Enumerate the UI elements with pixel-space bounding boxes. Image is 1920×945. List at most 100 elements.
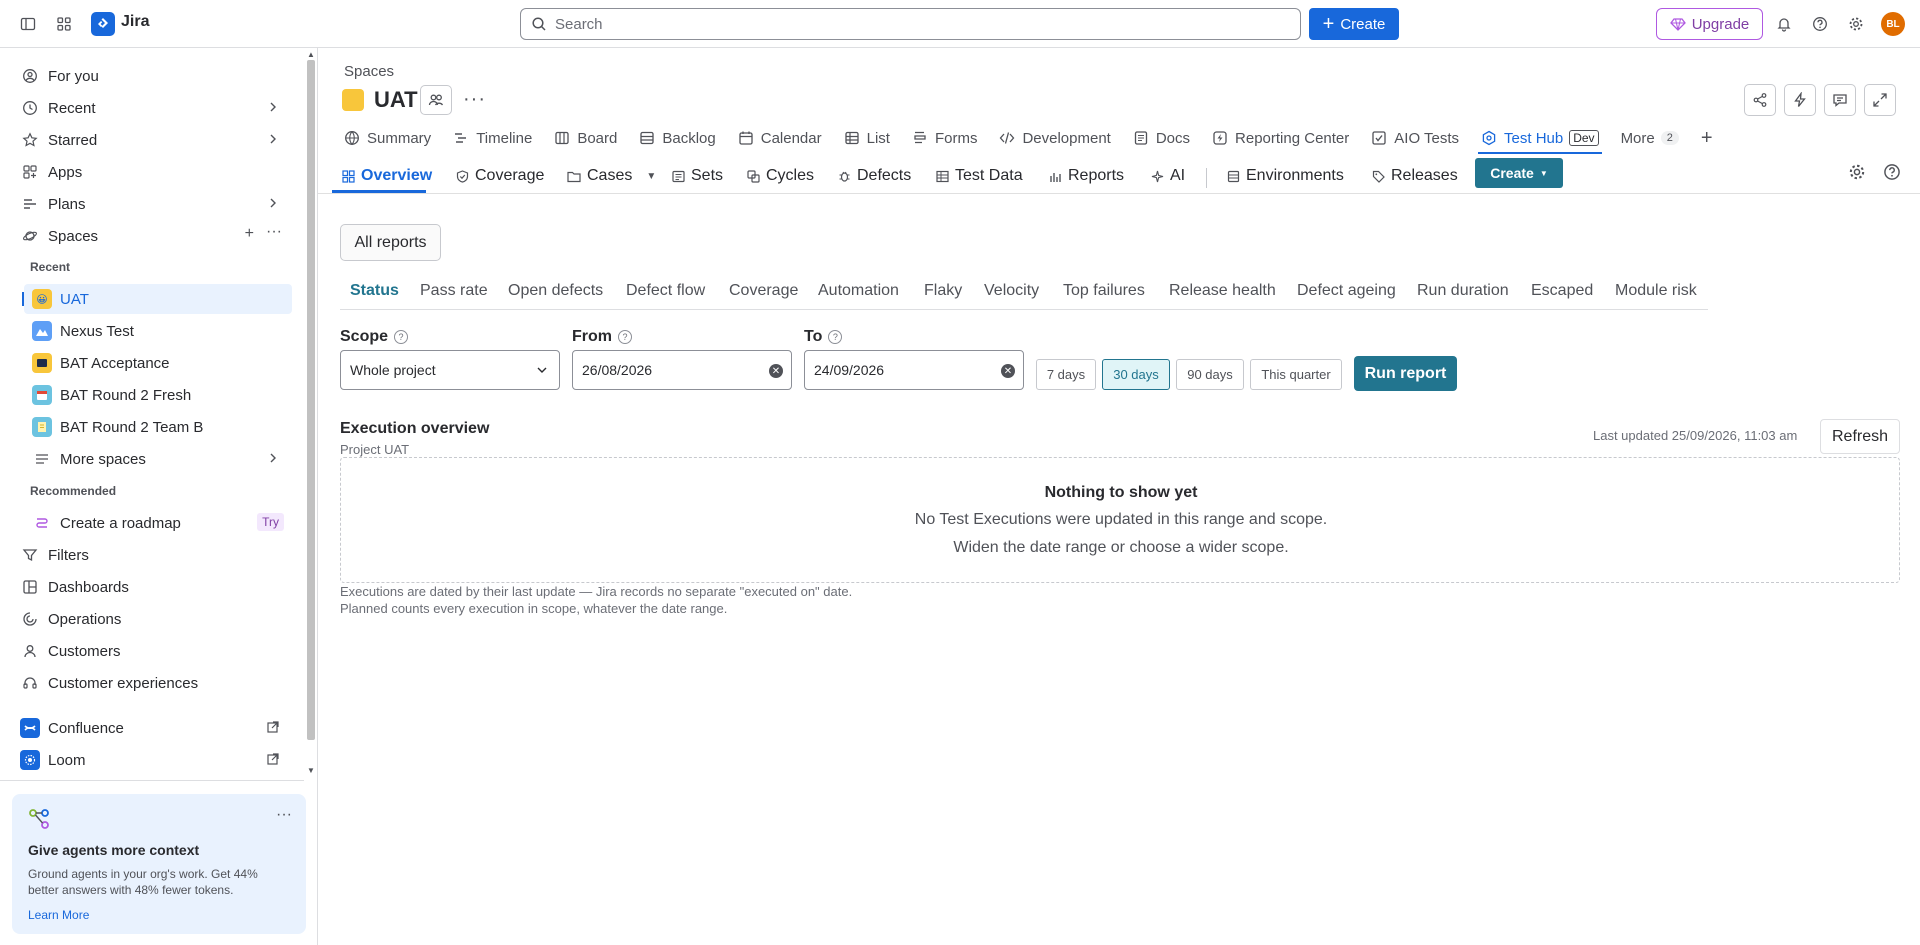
sidebar-space-bat-round-2-team-b[interactable]: BAT Round 2 Team B <box>24 412 292 442</box>
tab-more[interactable]: More 2 <box>1621 124 1679 152</box>
learn-more-link[interactable]: Learn More <box>28 908 89 922</box>
report-tab-velocity[interactable]: Velocity <box>984 282 1039 300</box>
add-space-icon[interactable]: + <box>245 225 254 243</box>
tab-aio-tests[interactable]: AIO Tests <box>1371 124 1459 152</box>
clear-icon[interactable]: ✕ <box>769 364 783 378</box>
promo-more-icon[interactable]: ··· <box>276 806 292 824</box>
team-button[interactable] <box>420 85 452 115</box>
jira-logo-icon[interactable] <box>91 12 115 36</box>
test-hub-create-button[interactable]: Create ▼ <box>1475 158 1563 188</box>
run-report-button[interactable]: Run report <box>1354 356 1457 391</box>
report-tab-run-duration[interactable]: Run duration <box>1417 282 1509 300</box>
tab-calendar[interactable]: Calendar <box>738 124 822 152</box>
sidebar-item-dashboards[interactable]: Dashboards <box>12 572 292 602</box>
sidebar-item-customers[interactable]: Customers <box>12 636 292 666</box>
report-tab-release-health[interactable]: Release health <box>1169 282 1276 300</box>
help-icon[interactable]: ? <box>618 330 632 344</box>
subtab-reports[interactable]: Reports <box>1049 160 1124 192</box>
subtab-test-data[interactable]: Test Data <box>936 160 1023 192</box>
preset-90-days[interactable]: 90 days <box>1176 359 1244 390</box>
report-tab-top-failures[interactable]: Top failures <box>1063 282 1145 300</box>
subtab-environments[interactable]: Environments <box>1227 160 1344 192</box>
tab-board[interactable]: Board <box>554 124 617 152</box>
subtab-coverage[interactable]: Coverage <box>456 160 544 192</box>
sidebar-space-bat-acceptance[interactable]: BAT Acceptance <box>24 348 292 378</box>
sidebar-toggle-icon[interactable] <box>12 8 44 40</box>
report-tab-defect-ageing[interactable]: Defect ageing <box>1297 282 1396 300</box>
report-tab-open-defects[interactable]: Open defects <box>508 282 603 300</box>
all-reports-button[interactable]: All reports <box>340 224 441 261</box>
sidebar-app-confluence[interactable]: Confluence <box>12 713 292 743</box>
sidebar-space-bat-round-2-fresh[interactable]: BAT Round 2 Fresh <box>24 380 292 410</box>
add-tab-button[interactable]: + <box>1701 124 1713 152</box>
sidebar-create-roadmap[interactable]: Create a roadmap Try <box>24 508 292 538</box>
report-tab-flaky[interactable]: Flaky <box>924 282 962 300</box>
sidebar-item-starred[interactable]: Starred <box>12 125 292 155</box>
help-icon[interactable]: ? <box>394 330 409 344</box>
sidebar-item-for-you[interactable]: For you <box>12 61 292 91</box>
tab-reporting-center[interactable]: Reporting Center <box>1212 124 1349 152</box>
sidebar-space-uat[interactable]: 😀 UAT <box>22 284 292 314</box>
app-name[interactable]: Jira <box>121 13 149 31</box>
tab-summary[interactable]: Summary <box>344 124 431 152</box>
notifications-icon[interactable] <box>1768 8 1800 40</box>
report-tab-escaped[interactable]: Escaped <box>1531 282 1593 300</box>
preset-7-days[interactable]: 7 days <box>1036 359 1096 390</box>
scroll-up-icon[interactable]: ▲ <box>307 50 315 59</box>
breadcrumb[interactable]: Spaces <box>344 63 394 80</box>
subtab-ai[interactable]: AI <box>1151 160 1185 192</box>
create-button[interactable]: + Create <box>1309 8 1399 40</box>
search-input[interactable]: Search <box>520 8 1301 40</box>
scroll-thumb[interactable] <box>307 60 315 740</box>
settings-gear-icon[interactable] <box>1840 8 1872 40</box>
subtab-releases[interactable]: Releases <box>1372 160 1458 192</box>
clear-icon[interactable]: ✕ <box>1001 364 1015 378</box>
tab-list[interactable]: List <box>844 124 890 152</box>
sidebar-item-operations[interactable]: Operations <box>12 604 292 634</box>
help-icon[interactable] <box>1804 8 1836 40</box>
sidebar-app-loom[interactable]: Loom <box>12 745 292 775</box>
sidebar-item-filters[interactable]: Filters <box>12 540 292 570</box>
tab-forms[interactable]: Forms <box>912 124 977 152</box>
hub-settings-icon[interactable] <box>1848 163 1866 184</box>
sidebar-item-plans[interactable]: Plans <box>12 189 292 219</box>
subtab-cycles[interactable]: Cycles <box>747 160 814 192</box>
report-tab-coverage[interactable]: Coverage <box>729 282 798 300</box>
sidebar-space-nexus-test[interactable]: Nexus Test <box>24 316 292 346</box>
preset-30-days[interactable]: 30 days <box>1102 359 1170 390</box>
subtab-defects[interactable]: Defects <box>838 160 911 192</box>
from-date-input[interactable]: 26/08/2026 ✕ <box>572 350 792 390</box>
subtab-sets[interactable]: Sets <box>672 160 723 192</box>
upgrade-button[interactable]: Upgrade <box>1656 8 1763 40</box>
report-tab-module-risk[interactable]: Module risk <box>1615 282 1697 300</box>
to-date-input[interactable]: 24/09/2026 ✕ <box>804 350 1024 390</box>
tab-development[interactable]: Development <box>999 124 1111 152</box>
automation-button[interactable] <box>1784 84 1816 116</box>
report-tab-automation[interactable]: Automation <box>818 282 899 300</box>
sidebar-item-recent[interactable]: Recent <box>12 93 292 123</box>
share-button[interactable] <box>1744 84 1776 116</box>
report-tab-defect-flow[interactable]: Defect flow <box>626 282 705 300</box>
subtab-overview[interactable]: Overview <box>342 160 432 192</box>
refresh-button[interactable]: Refresh <box>1820 419 1900 454</box>
user-avatar[interactable]: BL <box>1881 12 1905 36</box>
sidebar-item-customer-experiences[interactable]: Customer experiences <box>12 668 292 698</box>
report-tab-status[interactable]: Status <box>350 282 399 300</box>
report-tab-pass-rate[interactable]: Pass rate <box>420 282 488 300</box>
sidebar-scrollbar[interactable]: ▲ ▼ <box>304 48 318 778</box>
tab-docs[interactable]: Docs <box>1133 124 1190 152</box>
sidebar-item-apps[interactable]: Apps <box>12 157 292 187</box>
feedback-button[interactable] <box>1824 84 1856 116</box>
sidebar-more-spaces[interactable]: More spaces <box>24 444 292 474</box>
tab-backlog[interactable]: Backlog <box>639 124 716 152</box>
scope-select[interactable]: Whole project <box>340 350 560 390</box>
scroll-down-icon[interactable]: ▼ <box>307 766 315 775</box>
tab-timeline[interactable]: Timeline <box>453 124 532 152</box>
project-more-icon[interactable]: ··· <box>463 88 486 111</box>
hub-help-icon[interactable] <box>1883 163 1901 184</box>
help-icon[interactable]: ? <box>828 330 843 344</box>
more-options-icon[interactable]: ··· <box>266 223 282 241</box>
preset-this-quarter[interactable]: This quarter <box>1250 359 1342 390</box>
app-switcher-icon[interactable] <box>48 8 80 40</box>
sidebar-item-spaces[interactable]: Spaces + ··· <box>12 221 292 251</box>
